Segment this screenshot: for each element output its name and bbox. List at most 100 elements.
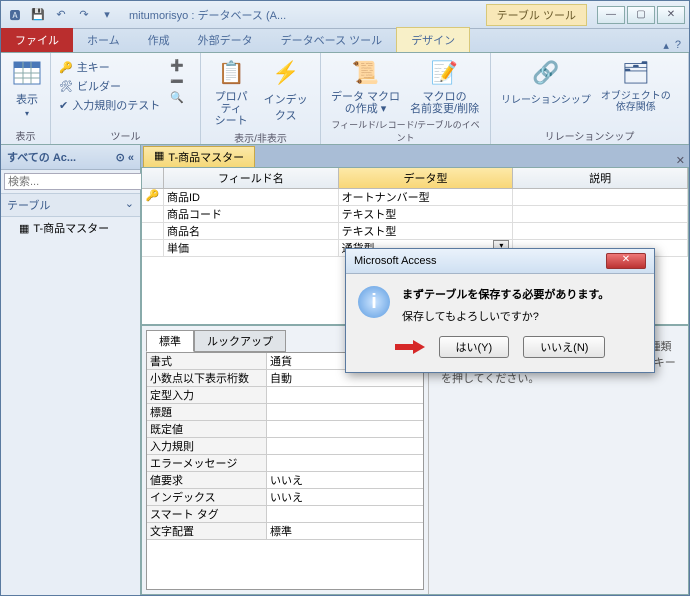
property-row[interactable]: 値要求いいえ <box>147 472 423 489</box>
doc-close-icon[interactable]: ✕ <box>676 154 689 167</box>
property-value[interactable] <box>267 421 423 437</box>
navigation-pane: すべての Ac... ⊙ « 🔍 テーブル ⌄ ▦ T-商品マスター <box>1 145 141 595</box>
tab-general[interactable]: 標準 <box>146 330 194 352</box>
row-selector[interactable]: 🔑 <box>142 189 164 205</box>
dialog-message-sub: 保存してもよろしいですか? <box>402 308 609 324</box>
property-value[interactable] <box>267 506 423 522</box>
create-macro-button[interactable]: 📜 データ マクロ の作成 ▾ <box>327 55 404 117</box>
property-row[interactable]: 定型入力 <box>147 387 423 404</box>
file-tab[interactable]: ファイル <box>1 28 73 52</box>
window-title: mitumorisyo : データベース (A... <box>129 7 286 23</box>
contextual-tab-label: テーブル ツール <box>486 4 587 26</box>
key-icon: 🔑 <box>59 61 73 74</box>
table-icon: ▦ <box>154 149 164 165</box>
view-button[interactable]: 表示 ▾ <box>7 55 47 120</box>
indexes-button[interactable]: ⚡ インデックス <box>257 55 314 125</box>
property-sheet-button[interactable]: 📋 プロパティ シート <box>207 55 255 129</box>
save-dialog: Microsoft Access ✕ i まずテーブルを保存する必要があります。… <box>345 248 655 373</box>
table-row[interactable]: 商品名 テキスト型 <box>142 223 688 240</box>
primary-key-button[interactable]: 🔑主キー <box>57 58 162 76</box>
property-row[interactable]: 既定値 <box>147 421 423 438</box>
builder-icon: 🛠 <box>59 80 73 93</box>
yes-button[interactable]: はい(Y) <box>439 336 510 358</box>
tab-home[interactable]: ホーム <box>73 28 134 52</box>
nav-search: 🔍 <box>1 170 140 194</box>
property-row[interactable]: エラーメッセージ <box>147 455 423 472</box>
col-description[interactable]: 説明 <box>513 168 688 188</box>
property-row[interactable]: 文字配置標準 <box>147 523 423 540</box>
rename-icon: 📝 <box>429 57 461 89</box>
dialog-title-bar: Microsoft Access ✕ <box>346 249 654 274</box>
nav-header[interactable]: すべての Ac... ⊙ « <box>1 145 140 170</box>
property-table: 書式通貨小数点以下表示桁数自動定型入力標題既定値入力規則エラーメッセージ値要求い… <box>146 352 424 590</box>
nav-item-table[interactable]: ▦ T-商品マスター <box>1 217 140 239</box>
property-name: 標題 <box>147 404 267 420</box>
property-name: 書式 <box>147 353 267 369</box>
doc-tab[interactable]: ▦ T-商品マスター <box>143 146 255 167</box>
relationship-icon: 🔗 <box>530 57 562 89</box>
undo-icon[interactable]: ↶ <box>51 5 71 25</box>
chevron-down-icon: ▾ <box>25 109 29 118</box>
property-name: 定型入力 <box>147 387 267 403</box>
view-label: 表示 <box>16 91 38 107</box>
row-selector[interactable] <box>142 206 164 222</box>
tab-design[interactable]: デザイン <box>396 27 470 52</box>
events-group-label: フィールド/レコード/テーブルのイベント <box>327 117 484 145</box>
property-value[interactable] <box>267 404 423 420</box>
property-value[interactable] <box>267 438 423 454</box>
insert-rows-icon[interactable]: ➕ <box>168 58 186 73</box>
table-row[interactable]: 🔑 商品ID オートナンバー型 <box>142 189 688 206</box>
property-value[interactable]: 標準 <box>267 523 423 539</box>
maximize-button[interactable]: ▢ <box>627 6 655 24</box>
dialog-body: i まずテーブルを保存する必要があります。 保存してもよろしいですか? <box>346 274 654 328</box>
search-input[interactable] <box>4 173 154 190</box>
property-name: スマート タグ <box>147 506 267 522</box>
validation-button[interactable]: ✔入力規則のテスト <box>57 96 162 114</box>
property-value[interactable] <box>267 387 423 403</box>
property-row[interactable]: スマート タグ <box>147 506 423 523</box>
close-icon[interactable]: ✕ <box>606 253 646 269</box>
tab-dbtools[interactable]: データベース ツール <box>267 28 397 52</box>
tab-create[interactable]: 作成 <box>134 28 184 52</box>
col-fieldname[interactable]: フィールド名 <box>164 168 339 188</box>
minimize-button[interactable]: — <box>597 6 625 24</box>
close-button[interactable]: ✕ <box>657 6 685 24</box>
property-name: 小数点以下表示桁数 <box>147 370 267 386</box>
rename-macro-button[interactable]: 📝 マクロの 名前変更/削除 <box>406 55 483 117</box>
property-row[interactable]: インデックスいいえ <box>147 489 423 506</box>
relationships-button[interactable]: 🔗 リレーションシップ <box>497 55 595 108</box>
dependencies-button[interactable]: 🗂 オブジェクトの 依存関係 <box>597 55 675 115</box>
modify-lookups-icon[interactable]: 🔍 <box>168 90 186 105</box>
property-row[interactable]: 入力規則 <box>147 438 423 455</box>
grid-header: フィールド名 データ型 説明 <box>142 168 688 189</box>
row-selector[interactable] <box>142 240 164 256</box>
property-value[interactable] <box>267 455 423 471</box>
window-buttons: — ▢ ✕ <box>597 6 685 24</box>
save-icon[interactable]: 💾 <box>28 5 48 25</box>
builder-button[interactable]: 🛠ビルダー <box>57 77 162 95</box>
property-name: インデックス <box>147 489 267 505</box>
access-icon: 🅰 <box>5 5 25 25</box>
tab-lookup[interactable]: ルックアップ <box>194 330 286 352</box>
delete-rows-icon[interactable]: ➖ <box>168 74 186 89</box>
property-value[interactable]: いいえ <box>267 489 423 505</box>
rel-group-label: リレーションシップ <box>497 127 682 144</box>
index-icon: ⚡ <box>270 57 302 89</box>
nav-group-tables[interactable]: テーブル ⌄ <box>1 194 140 217</box>
tab-external[interactable]: 外部データ <box>184 28 267 52</box>
property-value[interactable]: いいえ <box>267 472 423 488</box>
dependency-icon: 🗂 <box>620 57 652 89</box>
table-row[interactable]: 商品コード テキスト型 <box>142 206 688 223</box>
ribbon-minimize-icon[interactable]: ▴ <box>663 39 669 52</box>
redo-icon[interactable]: ↷ <box>74 5 94 25</box>
no-button[interactable]: いいえ(N) <box>523 336 605 358</box>
check-icon: ✔ <box>59 99 68 112</box>
qat-dropdown-icon[interactable]: ▾ <box>97 5 117 25</box>
row-selector[interactable] <box>142 223 164 239</box>
help-icon[interactable]: ? <box>675 39 681 52</box>
dialog-message-main: まずテーブルを保存する必要があります。 <box>402 286 609 302</box>
property-row[interactable]: 標題 <box>147 404 423 421</box>
col-datatype[interactable]: データ型 <box>339 168 514 188</box>
datasheet-icon <box>11 57 43 89</box>
chevron-down-icon: ⊙ « <box>116 151 134 164</box>
